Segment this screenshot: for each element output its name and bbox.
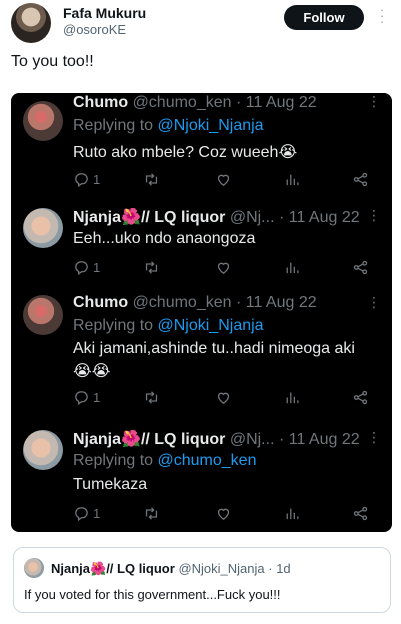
retweet-icon xyxy=(143,505,160,522)
quoted-author: Njanja🌺// LQ liquor @Njoki_Njanja · 1d xyxy=(51,561,291,577)
tweet-time: · 11 Aug 22 xyxy=(235,94,317,111)
tweet-author: Chumo @chumo_ken · 11 Aug 22 xyxy=(73,294,317,312)
views-icon xyxy=(283,259,300,276)
reply-icon xyxy=(75,173,88,188)
reply-action: 1 xyxy=(73,259,100,276)
tweet-body: Ruto ako mbele? Coz wueeh😭 xyxy=(73,144,298,161)
views-icon xyxy=(283,505,300,522)
replying-to-mention: @Njoki_Njanja xyxy=(157,117,264,134)
views-icon xyxy=(283,171,300,188)
views-icon xyxy=(283,389,300,406)
tweet-actions: 1 xyxy=(73,171,377,189)
author-avatar[interactable] xyxy=(11,3,51,43)
tweet-author-handle: @Nj... xyxy=(229,431,275,448)
replying-to: Replying to @Njoki_Njanja xyxy=(73,117,264,135)
share-icon xyxy=(352,505,369,522)
avatar xyxy=(23,101,63,141)
replying-to: Replying to @Njoki_Njanja xyxy=(73,317,264,335)
share-icon xyxy=(352,171,369,188)
like-icon xyxy=(215,389,232,406)
more-vertical-icon: ⋮ xyxy=(367,294,381,310)
like-icon xyxy=(215,505,232,522)
tweet-time: · 11 Aug 22 xyxy=(235,294,317,311)
quoted-tweet-card[interactable]: Njanja🌺// LQ liquor @Njoki_Njanja · 1d I… xyxy=(13,547,391,613)
replying-to-label: Replying to xyxy=(73,317,154,334)
replying-to-label: Replying to xyxy=(73,117,154,134)
more-vertical-icon: ⋮ xyxy=(367,429,381,445)
retweet-icon xyxy=(143,389,160,406)
tweet-actions: 1 xyxy=(73,389,377,407)
tweet-body-continued: 😭😭 xyxy=(73,363,111,380)
replying-to-label: Replying to xyxy=(73,452,154,469)
author-name[interactable]: Fafa Mukuru xyxy=(63,5,146,21)
retweet-icon xyxy=(143,171,160,188)
tweet-body: Eeh...uko ndo anaongoza xyxy=(73,230,256,247)
avatar xyxy=(23,430,63,470)
screenshot-thread-image: Chumo @chumo_ken · 11 Aug 22 ⋮ Replying … xyxy=(11,93,392,532)
post-text: To you too!! xyxy=(11,53,94,70)
tweet-author: Njanja🌺// LQ liquor @Nj... · 11 Aug 22 xyxy=(73,429,360,449)
quoted-time: · 1d xyxy=(268,561,291,576)
share-icon xyxy=(352,389,369,406)
like-icon xyxy=(215,259,232,276)
tweet-author: Chumo @chumo_ken · 11 Aug 22 xyxy=(73,94,317,112)
reply-count: 1 xyxy=(93,260,101,275)
replying-to-mention: @Njoki_Njanja xyxy=(157,317,264,334)
reply-action: 1 xyxy=(73,505,100,522)
reply-count: 1 xyxy=(93,506,101,521)
reply-icon xyxy=(75,261,88,276)
avatar xyxy=(23,208,63,248)
tweet-author-name: Njanja🌺// LQ liquor xyxy=(73,209,226,226)
tweet-author-name: Chumo xyxy=(73,94,129,111)
share-icon xyxy=(352,259,369,276)
retweet-icon xyxy=(143,259,160,276)
follow-button[interactable]: Follow xyxy=(284,5,364,30)
tweet-author-name: Chumo xyxy=(73,294,129,311)
tweet-author-name: Njanja🌺// LQ liquor xyxy=(73,431,226,448)
tweet-actions: 1 xyxy=(73,505,377,523)
reply-action: 1 xyxy=(73,171,100,188)
tweet-actions: 1 xyxy=(73,259,377,277)
quoted-avatar xyxy=(24,558,44,578)
tweet-author-handle: @chumo_ken xyxy=(132,294,232,311)
reply-count: 1 xyxy=(93,172,101,187)
like-icon xyxy=(215,171,232,188)
tweet-time: · 11 Aug 22 xyxy=(278,431,360,448)
reply-icon xyxy=(75,391,88,406)
avatar xyxy=(23,295,63,335)
tweet-author: Njanja🌺// LQ liquor @Nj... · 11 Aug 22 xyxy=(73,207,360,227)
quoted-text: If you voted for this government...Fuck … xyxy=(24,587,281,602)
quoted-author-handle: @Njoki_Njanja xyxy=(178,561,265,576)
quoted-author-name: Njanja🌺// LQ liquor xyxy=(51,561,175,576)
more-vertical-icon: ⋮ xyxy=(367,207,381,223)
tweet-body: Aki jamani,ashinde tu..hadi nimeoga aki xyxy=(73,340,355,357)
reply-icon xyxy=(75,507,88,522)
reply-count: 1 xyxy=(93,390,101,405)
author-handle[interactable]: @osoroKE xyxy=(63,22,126,37)
tweet-author-handle: @chumo_ken xyxy=(132,94,232,111)
post-header: Fafa Mukuru @osoroKE Follow · · · xyxy=(0,0,401,46)
more-vertical-icon[interactable]: · · · xyxy=(375,3,389,28)
reply-action: 1 xyxy=(73,389,100,406)
replying-to: Replying to @chumo_ken xyxy=(73,452,256,470)
more-vertical-icon: ⋮ xyxy=(367,93,381,109)
tweet-body: Tumekaza xyxy=(73,476,148,493)
tweet-author-handle: @Nj... xyxy=(229,209,275,226)
tweet-time: · 11 Aug 22 xyxy=(278,209,360,226)
replying-to-mention: @chumo_ken xyxy=(157,452,257,469)
